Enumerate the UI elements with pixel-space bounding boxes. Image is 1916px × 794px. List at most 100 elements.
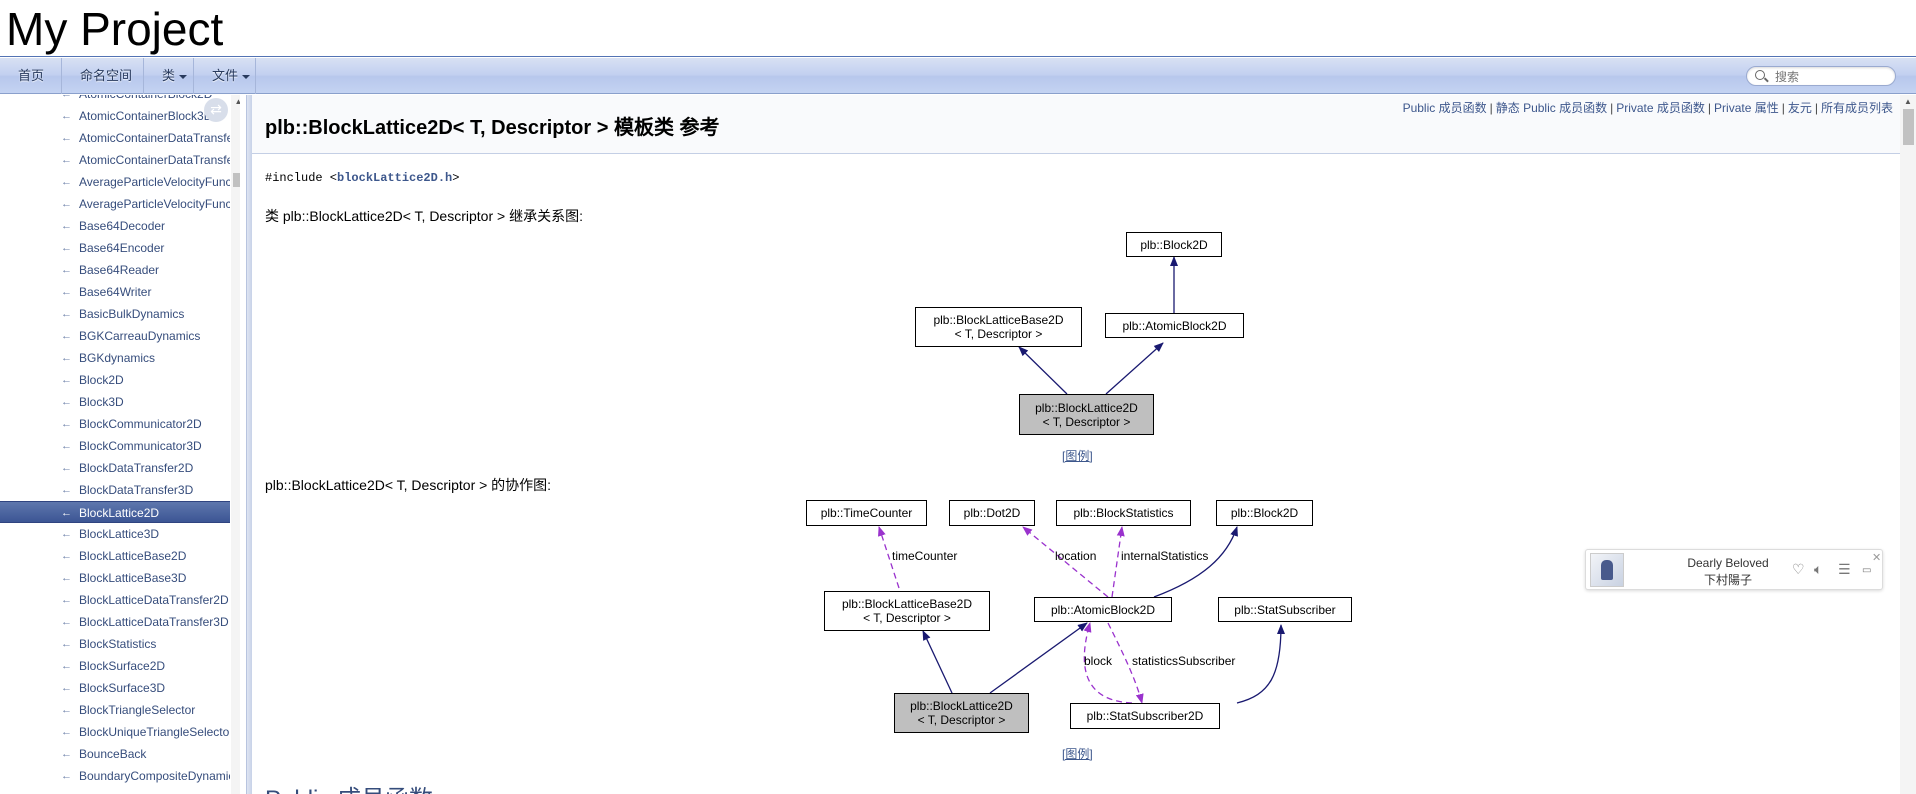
nav-namespaces[interactable]: 命名空间	[62, 58, 144, 115]
sidebar-item-label: Base64Decoder	[79, 219, 166, 233]
music-player-widget[interactable]: Dearly Beloved 下村陽子 ♡ 🔈︎ ☰ ▭ ✕	[1585, 549, 1883, 590]
content-scroll-thumb[interactable]	[1903, 109, 1914, 145]
sidebar-item[interactable]: ← BlockTriangleSelector	[0, 699, 230, 721]
scroll-up-icon[interactable]: ▲	[1900, 97, 1916, 109]
sidebar-item[interactable]: ← AverageParticleVelocityFunctional2D	[0, 171, 230, 193]
sidebar-item[interactable]: ← AtomicContainerBlock3D	[0, 105, 230, 127]
sidebar-item[interactable]: ← BlockStatistics	[0, 633, 230, 655]
heart-icon[interactable]: ♡	[1792, 562, 1805, 576]
sidebar-item[interactable]: ← AtomicContainerDataTransfer2D	[0, 127, 230, 149]
playlist-icon[interactable]: ☰	[1838, 562, 1851, 576]
volume-icon[interactable]: 🔈︎	[1814, 562, 1822, 576]
sidebar-item[interactable]: ← BasicBulkDynamics	[0, 303, 230, 325]
sidebar-item[interactable]: ← BlockLattice2D	[0, 501, 230, 523]
song-title: Dearly Beloved	[1687, 556, 1769, 570]
sidebar-item-label: BlockLatticeBase3D	[79, 571, 187, 585]
sidebar-scrollbar[interactable]: ▲	[231, 95, 240, 794]
collab-node-dot2d[interactable]: plb::Dot2D	[949, 500, 1035, 526]
collab-node-block2d[interactable]: plb::Block2D	[1216, 500, 1313, 526]
sidebar-item[interactable]: ← BlockSurface2D	[0, 655, 230, 677]
inheritance-legend-link[interactable]: [图例]	[1062, 447, 1093, 464]
sidebar-item[interactable]: ← BlockUniqueTriangleSelector	[0, 721, 230, 743]
collaboration-legend-link[interactable]: [图例]	[1062, 745, 1093, 762]
tree-arrow-icon: ←	[61, 507, 72, 519]
node-label: plb::AtomicBlock2D	[1050, 602, 1156, 617]
inherit-node-blocklatticebase2d[interactable]: plb::BlockLatticeBase2D < T, Descriptor >	[915, 307, 1082, 347]
search-icon[interactable]	[1755, 70, 1765, 80]
edge-self-to-atomic	[989, 622, 1088, 694]
project-name: My Project	[6, 3, 224, 55]
nav-classes[interactable]: 类	[144, 58, 194, 94]
sidebar-item[interactable]: ← BoundaryCompositeDynamics	[0, 765, 230, 787]
node-label: < T, Descriptor >	[954, 327, 1043, 341]
sync-icon[interactable]: ⇄	[204, 98, 228, 122]
collab-node-blockstatistics[interactable]: plb::BlockStatistics	[1056, 500, 1191, 526]
sidebar-item-label: AtomicContainerBlock3D	[79, 109, 213, 123]
collab-node-timecounter[interactable]: plb::TimeCounter	[806, 500, 927, 526]
sidebar-item[interactable]: ← BlockLatticeBase3D	[0, 567, 230, 589]
tree-arrow-icon: ←	[61, 462, 72, 474]
edge-label-statistics-subscriber: statisticsSubscriber	[1132, 654, 1236, 668]
sidebar-item-label: BounceBack	[79, 747, 147, 761]
sidebar-item[interactable]: ← BGKdynamics	[0, 347, 230, 369]
sidebar-item[interactable]: ← AverageParticleVelocityFunctional3D	[0, 193, 230, 215]
nav-files[interactable]: 文件	[194, 58, 256, 94]
sidebar-item[interactable]: ← BGKCarreauDynamics	[0, 325, 230, 347]
sidebar-item[interactable]: ← BlockCommunicator2D	[0, 413, 230, 435]
collab-node-blocklatticebase2d[interactable]: plb::BlockLatticeBase2D < T, Descriptor >	[824, 591, 990, 631]
sidebar-item[interactable]: ← Block2D	[0, 369, 230, 391]
content-scrollbar[interactable]: ▲	[1900, 95, 1916, 794]
sidebar-item-label: BlockSurface2D	[79, 659, 166, 673]
inherit-node-block2d[interactable]: plb::Block2D	[1126, 232, 1222, 257]
sidebar-item-label: BlockSurface3D	[79, 681, 166, 695]
scroll-up-icon[interactable]: ▲	[231, 97, 240, 109]
sidebar-item[interactable]: ← BlockLatticeBase2D	[0, 545, 230, 567]
collab-node-statsubscriber[interactable]: plb::StatSubscriber	[1218, 597, 1352, 622]
sidebar-item-label: BlockCommunicator2D	[79, 417, 202, 431]
sidebar-item[interactable]: ← BlockCommunicator3D	[0, 435, 230, 457]
node-label: plb::Dot2D	[963, 506, 1021, 520]
edge-label-location: location	[1055, 549, 1097, 563]
sidebar-item-label: BlockDataTransfer2D	[79, 461, 194, 475]
inherit-node-atomicblock2d[interactable]: plb::AtomicBlock2D	[1105, 313, 1244, 338]
search-input[interactable]	[1775, 69, 1887, 84]
tree-arrow-icon: ←	[61, 594, 72, 606]
sidebar-item[interactable]: ← BlockDataTransfer2D	[0, 457, 230, 479]
song-artist: 下村陽子	[1703, 573, 1752, 587]
mini-mode-icon[interactable]: ▭	[1862, 564, 1871, 578]
sidebar-item[interactable]: ← BlockLattice3D	[0, 523, 230, 545]
sidebar-item-label: BlockStatistics	[79, 637, 157, 651]
album-art[interactable]	[1590, 553, 1624, 587]
sidebar-item[interactable]: ← BlockLatticeDataTransfer3D	[0, 611, 230, 633]
sidebar-item[interactable]: ← Block3D	[0, 391, 230, 413]
tree-arrow-icon: ←	[61, 330, 72, 342]
close-icon[interactable]: ✕	[1872, 551, 1881, 564]
collab-node-atomicblock2d[interactable]: plb::AtomicBlock2D	[1034, 597, 1172, 622]
sidebar-item[interactable]: ← BlockSurface3D	[0, 677, 230, 699]
sidebar-item[interactable]: ← Base64Decoder	[0, 215, 230, 237]
tree-arrow-icon: ←	[61, 176, 72, 188]
sidebar-item-label: Base64Encoder	[79, 241, 165, 255]
sidebar-item[interactable]: ← Base64Writer	[0, 281, 230, 303]
node-label: < T, Descriptor >	[1042, 414, 1131, 429]
sidebar-item[interactable]: ← BlockLatticeDataTransfer2D	[0, 589, 230, 611]
sidebar-item[interactable]: ← Base64Encoder	[0, 237, 230, 259]
search-box[interactable]	[1746, 66, 1896, 86]
nav-home[interactable]: 首页	[0, 58, 62, 94]
sidebar-item[interactable]: ← AtomicContainerBlock2D	[0, 95, 230, 105]
main-nav: 首页 命名空间 类 文件	[0, 58, 1916, 115]
tree-arrow-icon: ←	[61, 220, 72, 232]
tree-arrow-icon: ←	[61, 682, 72, 694]
sidebar-item[interactable]: ← AtomicContainerDataTransfer3D	[0, 149, 230, 171]
sidebar-item[interactable]: ← Base64Reader	[0, 259, 230, 281]
sidebar-scroll-thumb[interactable]	[233, 173, 240, 187]
sidebar-nav-tree: ← AtomicContainerBlock2D ← AtomicContainerB…	[0, 95, 240, 794]
chevron-down-icon	[242, 74, 251, 79]
chevron-down-icon	[179, 74, 188, 79]
tree-arrow-icon: ←	[61, 396, 72, 408]
sidebar-item[interactable]: ← BounceBack	[0, 743, 230, 765]
doc-content: Public 成员函数 | 静态 Public 成员函数 | Private 成员函数 |…	[252, 95, 1900, 794]
sidebar-item[interactable]: ← BlockDataTransfer3D	[0, 479, 230, 501]
collaboration-caption: plb::BlockLattice2D< T, Descriptor > 的协作…	[265, 477, 552, 493]
collab-node-statsubscriber2d[interactable]: plb::StatSubscriber2D	[1070, 703, 1220, 729]
